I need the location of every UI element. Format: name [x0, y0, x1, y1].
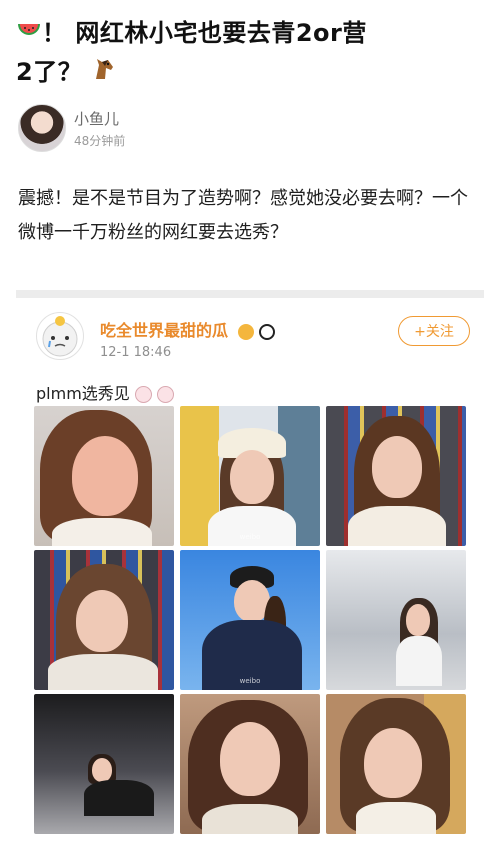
photo-1[interactable] [34, 406, 174, 546]
repost-avatar[interactable] [36, 312, 84, 360]
photo-3[interactable] [326, 406, 466, 546]
watermelon-icon [16, 15, 42, 53]
repost-author-text: 吃全世界最甜的瓜 [100, 321, 229, 340]
photo-8[interactable] [180, 694, 320, 834]
photo-grid: weibo weibo [34, 406, 466, 834]
horse-icon [91, 54, 117, 92]
repost-text-content: plmm选秀见 [36, 384, 130, 403]
panda-icon [259, 323, 276, 340]
title-text-2: 2了？ [16, 58, 83, 86]
photo-5[interactable]: weibo [180, 550, 320, 690]
repost-author[interactable]: 吃全世界最甜的瓜 [100, 317, 276, 341]
photo-9[interactable] [326, 694, 466, 834]
repost-card: 吃全世界最甜的瓜 12-1 18:46 +关注 plmm选秀见 weibo we… [16, 298, 484, 841]
post-title: ！ 网红林小宅也要去青2or营 2了？ [16, 14, 486, 92]
photo-4[interactable] [34, 550, 174, 690]
follow-button[interactable]: +关注 [398, 316, 470, 346]
post-body: 震撼！是不是节目为了造势啊？感觉她没必要去啊？一个微博一千万粉丝的网红要去选秀？ [18, 188, 468, 243]
title-text-1: ！ 网红林小宅也要去青2or营 [42, 19, 367, 47]
photo-7[interactable] [34, 694, 174, 834]
photo-6[interactable] [326, 550, 466, 690]
bunny-icon [156, 386, 174, 403]
author-name[interactable]: 小鱼儿 [74, 108, 119, 129]
photo-2[interactable]: weibo [180, 406, 320, 546]
post-time: 48分钟前 [74, 134, 126, 148]
bunny-icon [134, 386, 152, 403]
repost-time: 12-1 18:46 [100, 345, 172, 360]
smile-icon [237, 323, 254, 340]
repost-text: plmm选秀见 [36, 380, 174, 404]
divider [16, 290, 484, 298]
author-avatar[interactable] [18, 104, 66, 152]
